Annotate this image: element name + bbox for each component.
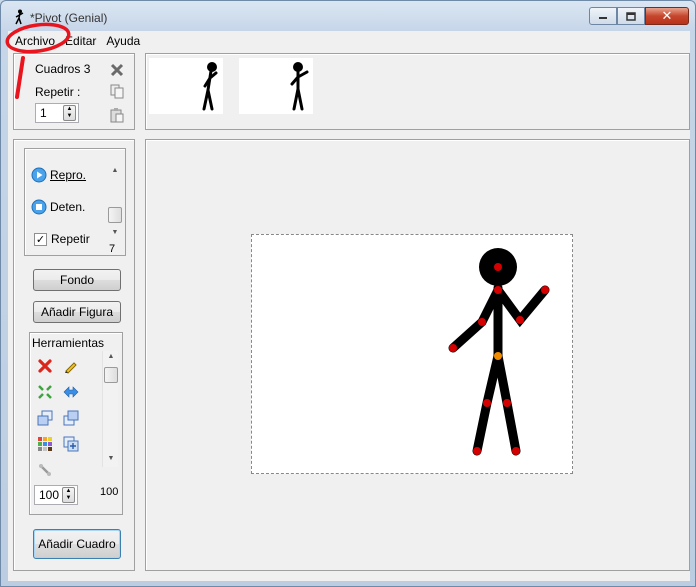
- app-window: *Pivot (Genial) ✕ Archivo Editar Ayuda C…: [0, 0, 696, 587]
- annotation-overlay: [5, 22, 71, 99]
